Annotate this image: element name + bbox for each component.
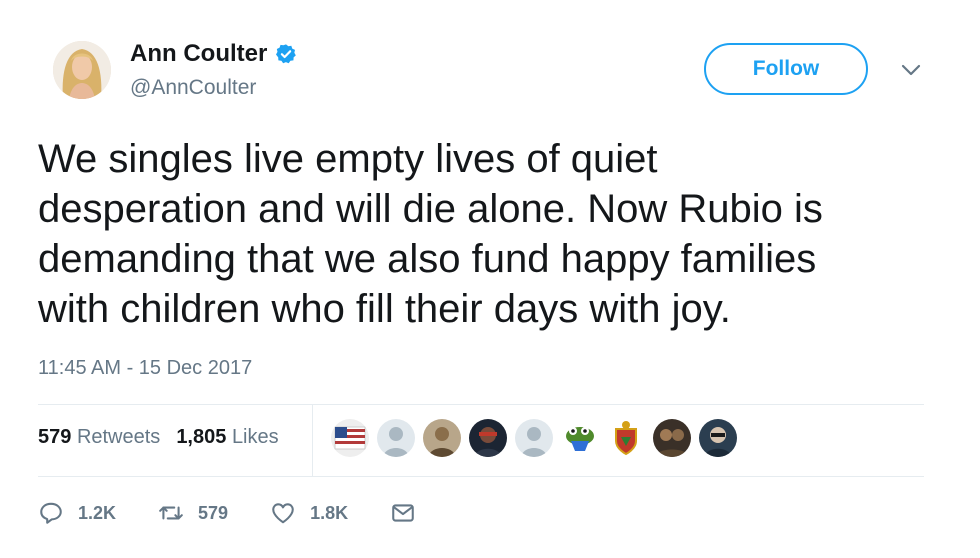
heart-icon [272,503,294,524]
retweet-count: 579 [198,502,229,523]
flag-avatar-icon [331,419,369,457]
author-name-row: Ann Coulter [130,40,297,68]
stats-separator [312,404,313,476]
default-avatar-icon [377,419,415,457]
follow-button[interactable]: Follow [704,43,868,95]
author-handle[interactable]: @AnnCoulter [130,76,256,100]
retweets-label: Retweets [76,426,161,448]
reply-icon [40,502,62,524]
liker-avatar[interactable] [331,419,369,457]
liker-avatar[interactable] [423,419,461,457]
frog-avatar-icon [561,419,599,457]
envelope-icon [392,504,414,522]
crest-avatar-icon [607,419,645,457]
reply-count: 1.2K [78,502,117,523]
liker-avatar[interactable] [469,419,507,457]
chevron-down-icon[interactable] [900,60,922,80]
retweets-count: 579 [38,426,72,448]
liker-avatar[interactable] [515,419,553,457]
likes-label: Likes [231,426,279,448]
profile-photo-icon [53,41,111,99]
likes-stat[interactable]: 1,805 Likes [176,426,278,449]
action-bar: 1.2K 579 1.8K [38,500,458,526]
retweets-stat[interactable]: 579 Retweets [38,426,160,449]
retweet-button[interactable]: 579 [158,500,228,526]
liker-avatar[interactable] [607,419,645,457]
engagement-stats: 579 Retweets 1,805 Likes [38,426,279,449]
like-count: 1.8K [310,502,349,523]
default-avatar-icon [515,419,553,457]
like-button[interactable]: 1.8K [270,500,348,526]
photo-avatar-icon [699,419,737,457]
liker-avatar[interactable] [377,419,415,457]
divider [38,476,924,477]
liker-avatars [331,419,737,457]
divider [38,404,924,405]
photo-avatar-icon [469,419,507,457]
author-avatar[interactable] [53,41,111,99]
liker-avatar[interactable] [699,419,737,457]
photo-avatar-icon [423,419,461,457]
verified-badge-icon [276,44,297,64]
retweet-icon [159,506,183,520]
tweet-timestamp[interactable]: 11:45 AM - 15 Dec 2017 [38,357,252,380]
photo-avatar-icon [653,419,691,457]
reply-button[interactable]: 1.2K [38,500,116,526]
tweet-text: We singles live empty lives of quiet des… [38,137,823,331]
liker-avatar[interactable] [561,419,599,457]
likes-count: 1,805 [176,426,227,448]
direct-message-button[interactable] [390,500,416,526]
author-name[interactable]: Ann Coulter [130,40,267,68]
liker-avatar[interactable] [653,419,691,457]
